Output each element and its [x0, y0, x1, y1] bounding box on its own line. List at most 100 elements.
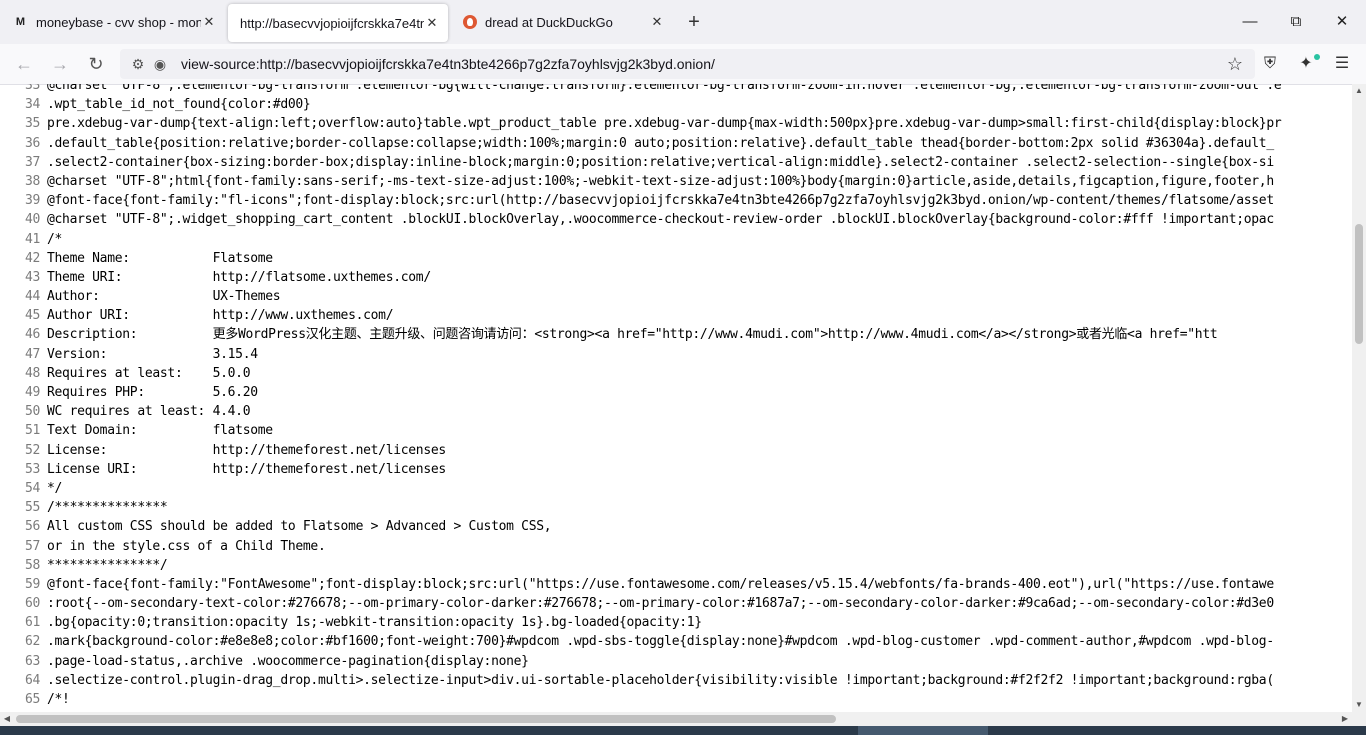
close-window-icon[interactable]: ✕ [1332, 12, 1352, 32]
line-content: :root{--om-secondary-text-color:#276678;… [47, 596, 1274, 612]
new-tab-icon[interactable]: + [684, 12, 704, 32]
tab-active-view-source[interactable]: http://basecvvjopioijfcrskka7e4tn3b ✕ [228, 4, 448, 42]
close-tab-icon[interactable]: ✕ [649, 14, 665, 30]
source-line: 55 /*************** [0, 498, 1352, 517]
vertical-scroll-thumb[interactable] [1355, 224, 1363, 344]
line-content: All custom CSS should be added to Flatso… [47, 519, 552, 535]
source-line: 38 @charset "UTF-8";html{font-family:sans… [0, 172, 1352, 191]
line-number: 62 [24, 634, 40, 650]
line-number: 55 [24, 500, 40, 516]
minimize-window-icon[interactable]: — [1240, 12, 1260, 32]
line-content: ***************/ [47, 557, 168, 573]
scroll-left-arrow-icon[interactable]: ◀ [0, 712, 14, 726]
forward-arrow-icon[interactable]: → [50, 54, 70, 74]
vertical-scrollbar[interactable]: ▲ ▼ [1352, 84, 1366, 712]
line-content: .select2-container{box-sizing:border-box… [47, 154, 1274, 170]
line-number: 36 [24, 135, 40, 151]
source-line: 44 Author: UX-Themes [0, 287, 1352, 306]
line-content: @charset "UTF-8";html{font-family:sans-s… [47, 173, 1274, 189]
source-line: 36 .default_table{position:relative;borde… [0, 134, 1352, 153]
line-number: 59 [24, 576, 40, 592]
source-line: 49 Requires PHP: 5.6.20 [0, 383, 1352, 402]
line-content: Theme Name: Flatsome [47, 250, 273, 266]
tab-strip: M moneybase - cvv shop - moneyba ✕ http:… [0, 0, 1366, 44]
navigation-toolbar: ← → ↻ ⚙ ◉ view-source:http://basecvvjopi… [0, 44, 1366, 85]
source-line: 65 /*! [0, 690, 1352, 709]
moneybase-favicon-icon: M [15, 16, 25, 28]
bookmark-star-icon[interactable]: ☆ [1227, 55, 1243, 73]
line-content: .selectize-control.plugin-drag_drop.mult… [47, 672, 1274, 688]
scroll-down-arrow-icon[interactable]: ▼ [1352, 698, 1366, 712]
scroll-right-arrow-icon[interactable]: ▶ [1338, 712, 1352, 726]
tracking-fingerprint-icon[interactable]: ◉ [151, 55, 169, 73]
source-line: 54 */ [0, 479, 1352, 498]
line-number: 38 [24, 173, 40, 189]
line-number: 64 [24, 672, 40, 688]
scroll-up-arrow-icon[interactable]: ▲ [1352, 84, 1366, 98]
line-content: .bg{opacity:0;transition:opacity 1s;-web… [47, 615, 702, 631]
line-content: .default_table{position:relative;border-… [47, 135, 1274, 151]
site-permissions-icon[interactable]: ⚙ [129, 55, 147, 73]
line-number: 51 [24, 423, 40, 439]
source-line: 39 @font-face{font-family:"fl-icons";font… [0, 191, 1352, 210]
line-number: 44 [24, 289, 40, 305]
tab-title: dread at DuckDuckGo [485, 14, 613, 30]
line-content: /*! [47, 692, 70, 707]
source-line: 43 Theme URI: http://flatsome.uxthemes.co… [0, 268, 1352, 287]
hamburger-menu-icon[interactable]: ☰ [1332, 54, 1352, 74]
source-lines: 33 @charset "UTF-8";.elementor-bg-transfo… [0, 84, 1352, 709]
close-tab-icon[interactable]: ✕ [424, 15, 440, 31]
close-tab-icon[interactable]: ✕ [201, 14, 217, 30]
restore-window-icon[interactable]: ⧉ [1286, 12, 1306, 32]
line-content: License URI: http://themeforest.net/lice… [47, 461, 446, 477]
source-line: 59 @font-face{font-family:"FontAwesome";f… [0, 575, 1352, 594]
url-text[interactable]: view-source:http://basecvvjopioijfcrskka… [181, 56, 715, 72]
line-content: @charset "UTF-8";.widget_shopping_cart_c… [47, 212, 1274, 228]
scrollbar-corner [1352, 712, 1366, 726]
horizontal-scrollbar[interactable]: ◀ ▶ [0, 712, 1352, 726]
line-number: 65 [24, 692, 40, 707]
line-number: 43 [24, 269, 40, 285]
reload-icon[interactable]: ↻ [86, 54, 106, 74]
source-line: 40 @charset "UTF-8";.widget_shopping_cart… [0, 210, 1352, 229]
source-view[interactable]: 33 @charset "UTF-8";.elementor-bg-transfo… [0, 84, 1352, 712]
source-line: 51 Text Domain: flatsome [0, 421, 1352, 440]
line-number: 52 [24, 442, 40, 458]
source-line: 61 .bg{opacity:0;transition:opacity 1s;-w… [0, 613, 1352, 632]
source-line: 53 License URI: http://themeforest.net/li… [0, 460, 1352, 479]
tab-moneybase[interactable]: M moneybase - cvv shop - moneyba ✕ [0, 0, 225, 44]
extension-badge-dot [1314, 54, 1320, 60]
source-line: 46 Description: 更多WordPress汉化主题、主题升级、问题咨询… [0, 325, 1352, 344]
line-content: Version: 3.15.4 [47, 346, 258, 362]
address-bar[interactable]: ⚙ ◉ view-source:http://basecvvjopioijfcr… [120, 49, 1255, 79]
taskbar-segment [858, 726, 988, 735]
source-line: 52 License: http://themeforest.net/licens… [0, 441, 1352, 460]
shield-icon[interactable]: ⛨ [1260, 54, 1280, 74]
extensions-icon[interactable]: ✦ [1296, 54, 1316, 74]
line-number: 53 [24, 461, 40, 477]
line-number: 37 [24, 154, 40, 170]
tab-title: http://basecvvjopioijfcrskka7e4tn3b [240, 15, 424, 31]
line-content: /*************** [47, 500, 168, 516]
line-number: 58 [24, 557, 40, 573]
line-number: 42 [24, 250, 40, 266]
line-number: 39 [24, 193, 40, 209]
tab-title: moneybase - cvv shop - moneyba [36, 14, 201, 30]
tab-duckduckgo[interactable]: dread at DuckDuckGo ✕ [451, 0, 673, 44]
source-line: 34 .wpt_table_id_not_found{color:#d00} [0, 95, 1352, 114]
line-content: */ [47, 480, 63, 496]
line-number: 49 [24, 385, 40, 400]
line-content: Description: 更多WordPress汉化主题、主题升级、问题咨询请访… [47, 327, 1218, 343]
source-line: 50 WC requires at least: 4.4.0 [0, 402, 1352, 421]
line-content: Requires PHP: 5.6.20 [47, 385, 258, 400]
line-content: pre.xdebug-var-dump{text-align:left;over… [47, 116, 1282, 132]
horizontal-scroll-thumb[interactable] [16, 715, 836, 723]
line-number: 48 [24, 365, 40, 381]
line-content: @font-face{font-family:"FontAwesome";fon… [47, 576, 1274, 592]
duckduckgo-favicon-icon [463, 15, 477, 29]
source-line: 64 .selectize-control.plugin-drag_drop.mu… [0, 671, 1352, 690]
line-number: 35 [24, 116, 40, 132]
source-line: 45 Author URI: http://www.uxthemes.com/ [0, 306, 1352, 325]
back-arrow-icon[interactable]: ← [14, 54, 34, 74]
line-content: Author URI: http://www.uxthemes.com/ [47, 308, 394, 324]
